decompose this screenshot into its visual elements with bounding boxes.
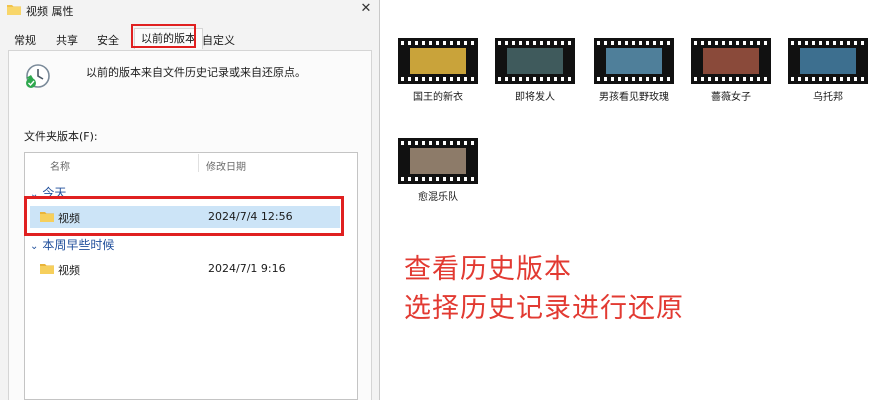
tab-security[interactable]: 安全 <box>97 32 119 48</box>
film-strip-icon <box>398 138 478 184</box>
caption-line-1: 查看历史版本 <box>404 254 572 285</box>
group-label: 本周早些时候 <box>42 238 115 252</box>
film-strip-icon <box>594 38 674 84</box>
video-label: 乌托邦 <box>813 92 843 103</box>
chevron-down-icon: ⌄ <box>30 241 39 252</box>
tab-highlight-box <box>131 24 196 48</box>
video-label: 男孩看见野玫瑰 <box>599 92 669 103</box>
video-frame <box>800 48 856 74</box>
video-frame <box>703 48 759 74</box>
column-name-header[interactable]: 名称 <box>50 158 70 173</box>
film-strip-icon <box>495 38 575 84</box>
video-thumbnail[interactable]: 薔薇女子 <box>691 38 771 103</box>
title-bar: 视频 属性 ✕ <box>0 0 380 22</box>
video-frame <box>410 148 466 174</box>
dialog-title: 视频 属性 <box>26 5 74 18</box>
video-thumbnail[interactable]: 男孩看见野玫瑰 <box>594 38 674 103</box>
video-label: 愈混乐队 <box>418 192 458 203</box>
caption-line-2: 选择历史记录进行还原 <box>404 293 684 324</box>
column-separator[interactable] <box>198 154 199 172</box>
row-name: 视频 <box>58 264 80 277</box>
restore-point-icon <box>26 64 50 88</box>
video-label: 薔薇女子 <box>711 92 751 103</box>
info-text: 以前的版本来自文件历史记录或来自还原点。 <box>86 66 306 79</box>
row-highlight-box <box>24 196 344 236</box>
close-button[interactable]: ✕ <box>356 0 376 18</box>
tab-customize[interactable]: 自定义 <box>202 32 235 48</box>
properties-dialog: 视频 属性 ✕ 常规 共享 安全 以前的版本 自定义 以前的版本来自文件历史记录… <box>0 0 380 400</box>
video-frame <box>507 48 563 74</box>
tab-sharing[interactable]: 共享 <box>56 32 78 48</box>
video-thumbnail[interactable]: 国王的新衣 <box>398 38 478 103</box>
video-label: 国王的新衣 <box>413 92 463 103</box>
video-label: 即将发人 <box>515 92 555 103</box>
tab-general[interactable]: 常规 <box>14 32 36 48</box>
folder-icon <box>40 264 54 274</box>
group-earlier-this-week[interactable]: ⌄ 本周早些时候 <box>30 236 114 253</box>
video-frame <box>410 48 466 74</box>
version-row-earlier[interactable]: 视频 2024/7/1 9:16 <box>30 258 340 280</box>
folder-versions-label: 文件夹版本(F): <box>24 130 98 143</box>
film-strip-icon <box>788 38 868 84</box>
row-date: 2024/7/1 9:16 <box>208 262 286 275</box>
column-date-header[interactable]: 修改日期 <box>206 158 246 173</box>
folder-icon <box>7 5 21 15</box>
video-thumbnail[interactable]: 乌托邦 <box>788 38 868 103</box>
video-thumbnail[interactable]: 愈混乐队 <box>398 138 478 203</box>
video-frame <box>606 48 662 74</box>
film-strip-icon <box>398 38 478 84</box>
video-thumbnail[interactable]: 即将发人 <box>495 38 575 103</box>
film-strip-icon <box>691 38 771 84</box>
